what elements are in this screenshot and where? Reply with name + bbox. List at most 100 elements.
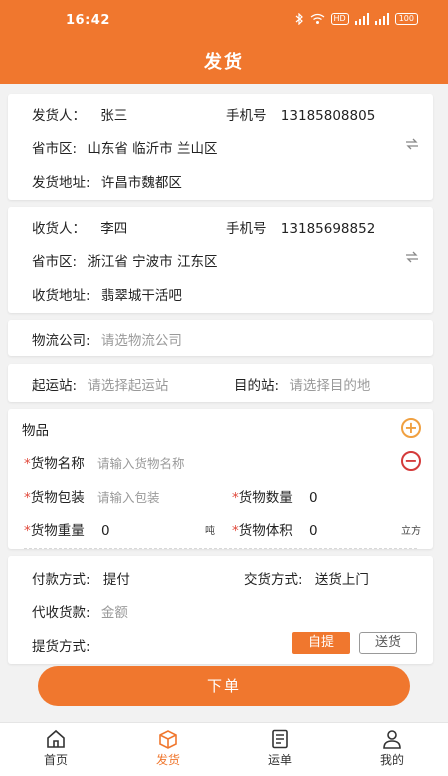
receiver-card: 收货人： 李四 手机号 13185698852 省市区: 浙江省 宁波市 江东区… [8, 207, 433, 313]
destination-station-label: 目的站: [234, 378, 280, 394]
tab-waybill-label: 运单 [267, 753, 292, 767]
logistics-label: 物流公司: [32, 333, 91, 349]
logistics-row[interactable]: 物流公司: 请选物流公司 [32, 329, 182, 349]
cod-amount-input[interactable]: 金额 [101, 605, 128, 621]
goods-qty-input[interactable]: 0 [309, 490, 318, 506]
sender-region-row[interactable]: 省市区: 山东省 临沂市 兰山区 [32, 137, 217, 157]
page-title: 发货 [204, 52, 244, 73]
logistics-card[interactable]: 物流公司: 请选物流公司 [8, 320, 433, 356]
pickup-delivery-button[interactable]: 送货 [359, 632, 417, 654]
goods-pack-input[interactable]: 请输入包装 [97, 490, 160, 505]
status-time: 16:42 [66, 13, 110, 28]
swap-icon[interactable] [404, 251, 420, 266]
sender-name-row[interactable]: 发货人： 张三 [32, 104, 127, 124]
required-mark: * [24, 523, 31, 539]
goods-qty-row[interactable]: *货物数量 0 [232, 486, 318, 506]
document-icon [250, 729, 310, 749]
goods-weight-input[interactable]: 0 [101, 523, 110, 539]
receiver-name-value: 李四 [100, 221, 128, 237]
goods-card: 物品 + *货物名称 请输入货物名称 − *货物包装 请输入包装 *货物数量 0… [8, 409, 433, 549]
tab-home[interactable]: 首页 [26, 729, 86, 768]
sender-name-label: 发货人： [32, 108, 86, 124]
goods-section-label: 物品 [22, 423, 49, 439]
wifi-icon [310, 13, 325, 25]
tab-ship[interactable]: 发货 [138, 729, 198, 768]
signal-icon [354, 13, 369, 25]
goods-qty-label: 货物数量 [238, 490, 293, 506]
receiver-phone-value: 13185698852 [280, 221, 376, 237]
delivery-method-value[interactable]: 送货上门 [315, 572, 369, 588]
sender-region-value: 山东省 临沂市 兰山区 [87, 141, 218, 157]
sender-address-row[interactable]: 发货地址: 许昌市魏都区 [32, 171, 182, 191]
required-mark: * [232, 523, 239, 539]
tab-ship-label: 发货 [155, 753, 180, 767]
goods-name-row[interactable]: *货物名称 请输入货物名称 [24, 452, 185, 472]
battery-icon: 100 [394, 13, 418, 25]
goods-name-input[interactable]: 请输入货物名称 [97, 456, 185, 471]
goods-volume-input[interactable]: 0 [309, 523, 318, 539]
receiver-phone-label: 手机号 [226, 221, 267, 237]
goods-divider [24, 548, 417, 549]
payment-card: 付款方式: 提付 交货方式: 送货上门 代收货款: 金额 提货方式: 自提 送货 [8, 556, 433, 664]
payment-method-row[interactable]: 付款方式: 提付 [32, 568, 130, 588]
receiver-phone-row[interactable]: 手机号 13185698852 [226, 217, 375, 237]
required-mark: * [24, 490, 31, 506]
receiver-address-label: 收货地址: [32, 288, 91, 304]
weight-unit: 吨 [205, 526, 215, 537]
tab-home-label: 首页 [43, 753, 68, 767]
goods-pack-row[interactable]: *货物包装 请输入包装 [24, 486, 160, 506]
destination-station-select[interactable]: 请选择目的地 [289, 378, 370, 394]
swap-icon[interactable] [404, 138, 420, 153]
cod-label: 代收货款: [32, 605, 91, 621]
sender-phone-row[interactable]: 手机号 13185808805 [226, 104, 375, 124]
goods-pack-label: 货物包装 [30, 490, 85, 506]
receiver-name-row[interactable]: 收货人： 李四 [32, 217, 127, 237]
cod-row[interactable]: 代收货款: 金额 [32, 601, 128, 621]
sender-phone-value: 13185808805 [280, 108, 376, 124]
origin-station-select[interactable]: 请选择起运站 [87, 378, 168, 394]
signal-icon-2 [374, 13, 389, 25]
volume-unit: 立方 [401, 526, 421, 537]
app-header: 16:42 HD 100 发货 [0, 0, 448, 84]
sender-region-label: 省市区: [32, 141, 78, 157]
goods-weight-label: 货物重量 [30, 523, 85, 539]
package-icon [138, 729, 198, 749]
pickup-self-button[interactable]: 自提 [292, 632, 350, 654]
home-icon [26, 729, 86, 749]
tab-mine-label: 我的 [379, 753, 404, 767]
sender-address-value: 许昌市魏都区 [100, 175, 182, 191]
goods-volume-row[interactable]: *货物体积 0 [232, 519, 318, 539]
remove-goods-icon[interactable]: − [401, 451, 421, 471]
origin-station-row[interactable]: 起运站: 请选择起运站 [32, 374, 168, 394]
goods-weight-row[interactable]: *货物重量 0 [24, 519, 110, 539]
origin-station-label: 起运站: [32, 378, 78, 394]
sender-name-value: 张三 [100, 108, 128, 124]
add-goods-icon[interactable]: + [401, 418, 421, 438]
status-bar: 16:42 HD 100 [0, 0, 448, 40]
sender-phone-label: 手机号 [226, 108, 267, 124]
goods-name-label: 货物名称 [30, 456, 85, 472]
receiver-region-label: 省市区: [32, 254, 78, 270]
bluetooth-icon [295, 12, 304, 26]
receiver-name-label: 收货人： [32, 221, 86, 237]
route-card: 起运站: 请选择起运站 目的站: 请选择目的地 [8, 364, 433, 402]
pickup-method-label: 提货方式: [32, 639, 91, 655]
hd-badge: HD [330, 13, 349, 25]
delivery-method-row[interactable]: 交货方式: 送货上门 [244, 568, 369, 588]
sender-card: 发货人： 张三 手机号 13185808805 省市区: 山东省 临沂市 兰山区… [8, 94, 433, 200]
receiver-region-row[interactable]: 省市区: 浙江省 宁波市 江东区 [32, 250, 217, 270]
tab-waybill[interactable]: 运单 [250, 729, 310, 768]
place-order-button[interactable]: 下单 [38, 666, 410, 706]
status-icons: HD 100 [295, 12, 418, 26]
receiver-address-value: 翡翠城干活吧 [100, 288, 182, 304]
receiver-address-row[interactable]: 收货地址: 翡翠城干活吧 [32, 284, 182, 304]
tab-mine[interactable]: 我的 [362, 729, 422, 768]
goods-volume-label: 货物体积 [238, 523, 293, 539]
receiver-region-value: 浙江省 宁波市 江东区 [87, 254, 218, 270]
bottom-tab-bar: 首页 发货 运单 我的 [0, 722, 448, 776]
destination-station-row[interactable]: 目的站: 请选择目的地 [234, 374, 370, 394]
required-mark: * [24, 456, 31, 472]
logistics-select[interactable]: 请选物流公司 [101, 333, 182, 349]
payment-method-value[interactable]: 提付 [103, 572, 130, 588]
delivery-method-label: 交货方式: [244, 572, 303, 588]
